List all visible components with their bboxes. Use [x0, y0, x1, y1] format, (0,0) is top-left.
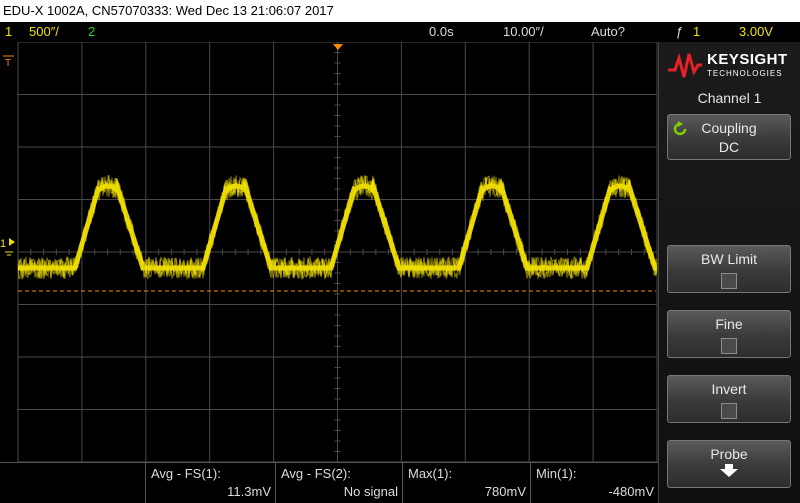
waveform-canvas: T 1: [0, 42, 658, 462]
brand-name: KEYSIGHT: [707, 51, 788, 68]
fine-softkey[interactable]: Fine: [667, 310, 791, 358]
trigger-mode[interactable]: Auto?: [591, 24, 625, 39]
measurement-bar: Avg - FS(1): 11.3mV Avg - FS(2): No sign…: [0, 462, 658, 503]
ch2-number[interactable]: 2: [88, 24, 95, 39]
measurement-max1[interactable]: Max(1): 780mV: [402, 463, 530, 503]
refresh-icon: [673, 121, 687, 136]
scope-display[interactable]: T 1: [0, 42, 658, 462]
measurement-min1[interactable]: Min(1): -480mV: [530, 463, 658, 503]
invert-label: Invert: [711, 381, 747, 397]
measurement-avg-fs1[interactable]: Avg - FS(1): 11.3mV: [145, 463, 275, 503]
trigger-marker-label[interactable]: T: [5, 58, 11, 69]
keysight-logo: KEYSIGHT TECHNOLOGIES: [667, 48, 795, 82]
trigger-edge-icon: ƒ: [676, 24, 684, 39]
softkey-panel: KEYSIGHT TECHNOLOGIES Channel 1 Coupling…: [658, 42, 800, 503]
bw-limit-checkbox[interactable]: [721, 273, 737, 289]
measurement-value: 780mV: [484, 484, 526, 499]
bw-limit-softkey[interactable]: BW Limit: [667, 245, 791, 293]
measurement-value: -480mV: [608, 484, 654, 499]
fine-checkbox[interactable]: [721, 338, 737, 354]
ch1-scale[interactable]: 500″/: [29, 24, 59, 39]
trigger-source[interactable]: 1: [693, 24, 700, 39]
fine-label: Fine: [715, 316, 743, 332]
measurement-value: 11.3mV: [227, 484, 271, 499]
coupling-softkey[interactable]: Coupling DC: [667, 114, 791, 160]
panel-title: Channel 1: [697, 90, 762, 106]
time-delay[interactable]: 0.0s: [429, 24, 454, 39]
ch1-ground-marker[interactable]: 1: [0, 238, 6, 250]
keysight-wave-icon: [668, 52, 702, 78]
ch1-number[interactable]: 1: [5, 24, 12, 39]
probe-softkey[interactable]: Probe: [667, 440, 791, 488]
trigger-position-marker[interactable]: [333, 44, 343, 50]
coupling-value: DC: [718, 139, 740, 155]
measurement-name: Avg - FS(2):: [281, 466, 351, 481]
window-title: EDU-X 1002A, CN57070333: Wed Dec 13 21:0…: [3, 3, 334, 18]
measurement-name: Max(1):: [408, 466, 453, 481]
bw-limit-label: BW Limit: [701, 251, 757, 267]
invert-checkbox[interactable]: [721, 403, 737, 419]
measurement-value: No signal: [343, 484, 398, 499]
window-title-bar: EDU-X 1002A, CN57070333: Wed Dec 13 21:0…: [0, 0, 800, 22]
brand-subtitle: TECHNOLOGIES: [707, 69, 783, 78]
status-bar: 1 500″/ 2 0.0s 10.00″/ Auto? ƒ 1 3.00V: [0, 22, 800, 43]
measurement-name: Avg - FS(1):: [151, 466, 221, 481]
invert-softkey[interactable]: Invert: [667, 375, 791, 423]
probe-label: Probe: [710, 446, 748, 462]
time-scale[interactable]: 10.00″/: [503, 24, 544, 39]
trigger-level[interactable]: 3.00V: [739, 24, 773, 39]
arrow-down-icon: [720, 464, 738, 477]
ch1-ground-arrow-icon: [9, 238, 15, 246]
measurement-name: Min(1):: [536, 466, 577, 481]
measurement-avg-fs2[interactable]: Avg - FS(2): No signal: [275, 463, 402, 503]
